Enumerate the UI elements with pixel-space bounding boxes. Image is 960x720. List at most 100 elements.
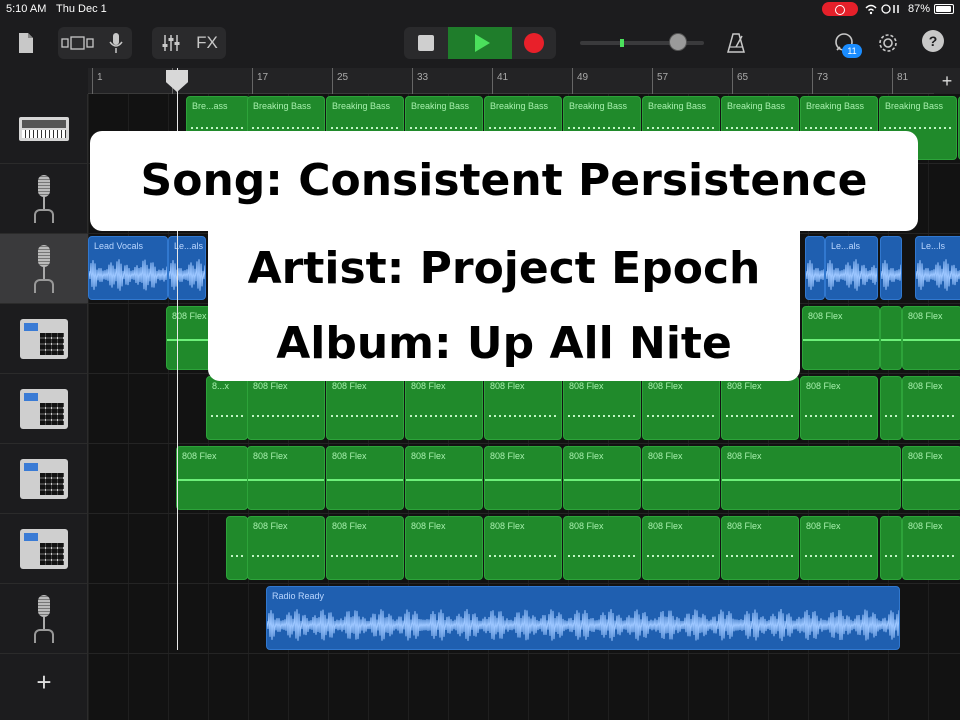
mixer-controls: FX	[152, 27, 226, 59]
audio-region[interactable]	[805, 236, 825, 300]
midi-region[interactable]: 808 Flex	[484, 516, 562, 580]
fx-button[interactable]: FX	[190, 28, 224, 58]
add-section-button[interactable]: +	[934, 68, 960, 94]
settings-gear-icon[interactable]	[874, 28, 902, 58]
region-notes	[489, 555, 557, 557]
artist-album-caption: Artist: Project Epoch Album: Up All Nite	[208, 231, 800, 381]
midi-region[interactable]: 808 Flex	[405, 376, 483, 440]
midi-region[interactable]	[880, 306, 902, 370]
microphone-icon[interactable]	[102, 28, 130, 58]
midi-region[interactable]: 808 Flex	[902, 306, 960, 370]
audio-region[interactable]: Le...ls	[915, 236, 960, 300]
track-headers: +	[0, 94, 88, 720]
midi-region[interactable]: 808 Flex	[902, 516, 960, 580]
region-label: Breaking Bass	[648, 101, 707, 111]
region-label: 808 Flex	[908, 381, 943, 391]
audio-region[interactable]: Le...als	[168, 236, 206, 300]
drum-machine-icon	[20, 528, 68, 569]
region-label: 808 Flex	[727, 521, 762, 531]
region-notes	[881, 339, 901, 341]
master-volume-slider[interactable]	[580, 33, 704, 51]
midi-region[interactable]: 808 Flex	[405, 446, 483, 510]
add-track-button[interactable]: +	[30, 668, 58, 696]
battery-icon	[934, 4, 954, 14]
track-header-drum-machine-1[interactable]	[0, 304, 88, 374]
midi-region[interactable]: 808 Flex	[484, 376, 562, 440]
audio-region[interactable]	[880, 236, 902, 300]
track-header-radio-mic[interactable]	[0, 584, 88, 654]
region-label: 808 Flex	[411, 451, 446, 461]
audio-region[interactable]: Le...als	[825, 236, 878, 300]
region-notes	[248, 479, 324, 481]
track-header-keyboard[interactable]	[0, 94, 88, 164]
track-header-drum-machine-2[interactable]	[0, 374, 88, 444]
midi-region[interactable]: 808 Flex	[721, 516, 799, 580]
midi-region[interactable]: 808 Flex	[247, 376, 325, 440]
midi-region[interactable]: 808 Flex	[563, 376, 641, 440]
region-notes	[252, 127, 320, 129]
midi-region[interactable]	[226, 516, 248, 580]
midi-region[interactable]: 808 Flex	[642, 516, 720, 580]
midi-region[interactable]: 808 Flex	[247, 516, 325, 580]
midi-region[interactable]: 808 Flex	[247, 446, 325, 510]
region-notes	[726, 127, 794, 129]
record-button[interactable]	[512, 27, 556, 59]
midi-region[interactable]: 808 Flex	[326, 446, 404, 510]
region-label: 808 Flex	[569, 521, 604, 531]
my-songs-icon[interactable]	[12, 28, 40, 58]
ruler-bar-marker: 41	[492, 68, 508, 94]
metronome-icon[interactable]	[722, 28, 750, 58]
midi-region[interactable]	[880, 376, 902, 440]
view-controls	[58, 27, 132, 59]
midi-region[interactable]: 808 Flex	[800, 516, 878, 580]
loops-count-badge: 11	[842, 44, 862, 58]
region-notes	[884, 127, 952, 129]
ruler-bar-marker: 57	[652, 68, 668, 94]
track-header-vocal-mic[interactable]	[0, 164, 88, 234]
midi-region[interactable]: 808 Flex	[721, 446, 901, 510]
midi-region[interactable]	[880, 516, 902, 580]
drum-machine-icon	[20, 388, 68, 429]
midi-region[interactable]: 808 Flex	[405, 516, 483, 580]
midi-region[interactable]: 808 Flex	[800, 376, 878, 440]
midi-region[interactable]: 808 Flex	[642, 376, 720, 440]
region-notes	[489, 415, 557, 417]
region-label: 808 Flex	[806, 381, 841, 391]
midi-region[interactable]: 8...x	[206, 376, 248, 440]
midi-region[interactable]: 808 Flex	[902, 376, 960, 440]
help-button[interactable]: ?	[922, 30, 944, 52]
timeline-ruler[interactable]: 81736557494133251791 +	[88, 68, 960, 94]
mixer-icon[interactable]	[156, 28, 186, 58]
stop-icon	[418, 35, 434, 51]
region-label: 808 Flex	[908, 521, 943, 531]
midi-region[interactable]: 808 Flex	[563, 516, 641, 580]
play-button[interactable]	[448, 27, 512, 59]
volume-knob[interactable]	[669, 33, 687, 51]
track-header-drum-machine-3[interactable]	[0, 444, 88, 514]
audio-region[interactable]: Lead Vocals	[88, 236, 168, 300]
midi-region[interactable]: 808 Flex	[721, 376, 799, 440]
region-notes	[885, 415, 897, 417]
browser-view-icon[interactable]	[58, 28, 98, 58]
midi-region[interactable]: 808 Flex	[802, 306, 880, 370]
region-notes	[252, 415, 320, 417]
midi-region[interactable]: 808 Flex	[176, 446, 248, 510]
region-notes	[191, 127, 245, 129]
midi-region[interactable]: 808 Flex	[902, 446, 960, 510]
midi-region[interactable]: 808 Flex	[642, 446, 720, 510]
drum-machine-icon	[20, 318, 68, 359]
ruler-corner	[0, 68, 88, 94]
screen-recording-icon[interactable]	[822, 2, 858, 16]
region-notes	[907, 415, 957, 417]
region-notes	[643, 479, 719, 481]
track-header-lead-vocals[interactable]	[0, 234, 88, 304]
midi-region[interactable]: 808 Flex	[563, 446, 641, 510]
region-notes	[410, 415, 478, 417]
midi-region[interactable]: 808 Flex	[484, 446, 562, 510]
audio-region[interactable]: Radio Ready	[266, 586, 900, 650]
region-label: 808 Flex	[182, 451, 217, 461]
midi-region[interactable]: 808 Flex	[326, 516, 404, 580]
track-header-drum-machine-4[interactable]	[0, 514, 88, 584]
stop-button[interactable]	[404, 27, 448, 59]
midi-region[interactable]: 808 Flex	[326, 376, 404, 440]
